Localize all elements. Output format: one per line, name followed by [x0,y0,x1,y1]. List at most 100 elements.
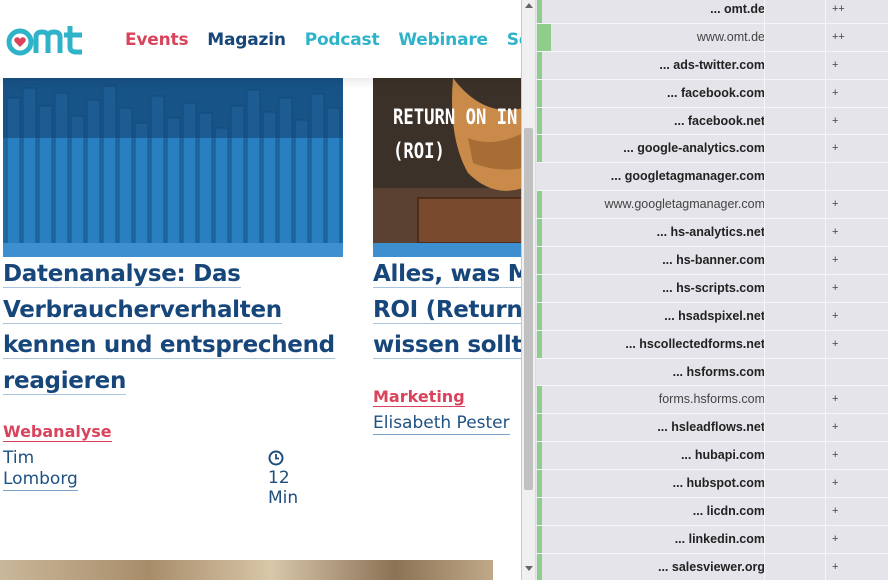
domain-label: ... licdn.com [692,504,765,519]
permission-cell[interactable] [764,219,826,247]
domain-row[interactable]: ... hubapi.com + [537,442,888,471]
allowed-indicator-bar[interactable] [537,274,542,302]
permission-cell[interactable] [764,23,826,51]
scroll-up-arrow-icon[interactable] [525,3,533,8]
allowed-indicator-bar[interactable] [537,247,542,274]
permission-cell[interactable] [764,163,826,191]
domain-row[interactable]: ... hsleadflows.net + [537,414,888,443]
author-link-tim-lomborg[interactable]: Tim Lomborg [3,448,78,491]
category-link-webanalyse[interactable]: Webanalyse [3,422,112,442]
allowed-indicator-bar[interactable] [537,414,542,442]
permission-cell[interactable] [764,414,826,442]
permission-cell[interactable] [764,386,826,414]
permission-cell[interactable] [764,135,826,163]
domain-row[interactable]: ... hubspot.com + [537,470,888,499]
domain-label: ... linkedin.com [674,531,765,546]
allowed-indicator-bar[interactable] [537,330,542,358]
domain-row[interactable]: ... hsforms.com [537,358,888,387]
nav-webinare[interactable]: Webinare [398,30,488,50]
allowed-indicator-bar[interactable] [537,0,542,23]
permission-cell[interactable] [764,553,826,580]
domain-row[interactable]: ... hs-analytics.net + [537,219,888,248]
allowed-indicator-bar[interactable] [537,191,542,219]
domain-label: ... salesviewer.org [657,559,765,574]
allowed-indicator-bar[interactable] [537,107,542,135]
next-article-image[interactable] [0,560,493,580]
nav-podcast[interactable]: Podcast [305,30,380,50]
nav-events[interactable]: Events [125,30,189,50]
permission-cell[interactable] [764,107,826,135]
domain-row[interactable]: ... salesviewer.org + [537,553,888,580]
domain-row[interactable]: www.omt.de ++ [537,23,888,52]
permission-flag: + [832,532,839,545]
allowed-indicator-bar[interactable] [537,23,551,51]
permission-flag: + [832,114,839,127]
website-viewport: Events Magazin Podcast Webinare Seminare [0,0,521,580]
allowed-indicator-bar[interactable] [537,302,542,330]
permission-flag: + [832,142,839,155]
permission-flag: + [832,560,839,573]
article-image-roi[interactable]: RETURN ON IN (ROI) [373,78,521,257]
domain-list: ... omt.de ++ www.omt.de ++... ads-twitter.… [537,0,888,580]
domain-label: ... hs-analytics.net [656,225,765,240]
domain-row[interactable]: ... ads-twitter.com + [537,51,888,80]
permission-cell[interactable] [764,191,826,219]
article-title-datenanalyse[interactable]: Datenanalyse: Das Verbraucherverhalten k… [3,257,348,399]
image-text-roi: RETURN ON IN (ROI) [393,105,518,163]
allowed-indicator-bar[interactable] [537,51,542,79]
permission-flag: + [832,421,839,434]
permission-flag: + [832,337,839,350]
permission-cell[interactable] [764,330,826,358]
permission-cell[interactable] [764,79,826,107]
permission-flag: + [832,281,839,294]
allowed-indicator-bar[interactable] [537,525,542,553]
allowed-indicator-bar[interactable] [537,498,542,525]
category-link-marketing[interactable]: Marketing [373,387,465,407]
allowed-indicator-bar[interactable] [537,470,542,498]
permission-cell[interactable] [764,470,826,498]
permission-cell[interactable] [764,51,826,79]
allowed-indicator-bar[interactable] [537,442,542,470]
permission-cell[interactable] [764,302,826,330]
domain-row[interactable]: forms.hsforms.com + [537,386,888,415]
permission-cell[interactable] [764,0,826,23]
permission-cell[interactable] [764,247,826,274]
permission-cell[interactable] [764,525,826,553]
domain-row[interactable]: ... hscollectedforms.net + [537,330,888,359]
domain-label: ... ads-twitter.com [659,57,765,72]
nav-seminare[interactable]: Seminare [507,30,521,50]
omt-logo[interactable] [6,23,92,57]
site-header: Events Magazin Podcast Webinare Seminare [0,0,521,78]
scroll-down-arrow-icon[interactable] [525,566,533,571]
main-navigation: Events Magazin Podcast Webinare Seminare [125,30,521,50]
domain-row[interactable]: ... facebook.net + [537,107,888,136]
permission-flag: + [832,505,839,518]
article-image-datenanalyse[interactable] [3,78,343,257]
domain-row[interactable]: ... googletagmanager.com [537,163,888,192]
permission-cell[interactable] [764,498,826,525]
panel-scrollbar[interactable] [522,0,536,580]
domain-row[interactable]: ... hs-scripts.com + [537,274,888,303]
permission-cell[interactable] [764,274,826,302]
allowed-indicator-bar[interactable] [537,553,542,580]
author-link-elisabeth-pester[interactable]: Elisabeth Pester [373,413,510,435]
scrollbar-thumb[interactable] [524,128,533,490]
allowed-indicator-bar[interactable] [537,219,542,247]
domain-row[interactable]: www.googletagmanager.com + [537,191,888,220]
allowed-indicator-bar[interactable] [537,135,542,163]
article-title-roi[interactable]: Alles, was Ma ROI (Return ( wissen sollt… [373,257,521,364]
permission-cell[interactable] [764,358,826,386]
allowed-indicator-bar[interactable] [537,386,542,414]
permission-flag: + [832,226,839,239]
nav-magazin[interactable]: Magazin [207,30,286,50]
domain-label: ... facebook.net [674,113,765,128]
allowed-indicator-bar[interactable] [537,79,542,107]
domain-row[interactable]: ... hs-banner.com + [537,247,888,275]
domain-row[interactable]: ... facebook.com + [537,79,888,108]
domain-row[interactable]: ... licdn.com + [537,498,888,526]
permission-cell[interactable] [764,442,826,470]
domain-row[interactable]: ... linkedin.com + [537,525,888,554]
domain-row[interactable]: ... hsadspixel.net + [537,302,888,331]
domain-row[interactable]: ... google-analytics.com + [537,135,888,164]
domain-row[interactable]: ... omt.de ++ [537,0,888,24]
